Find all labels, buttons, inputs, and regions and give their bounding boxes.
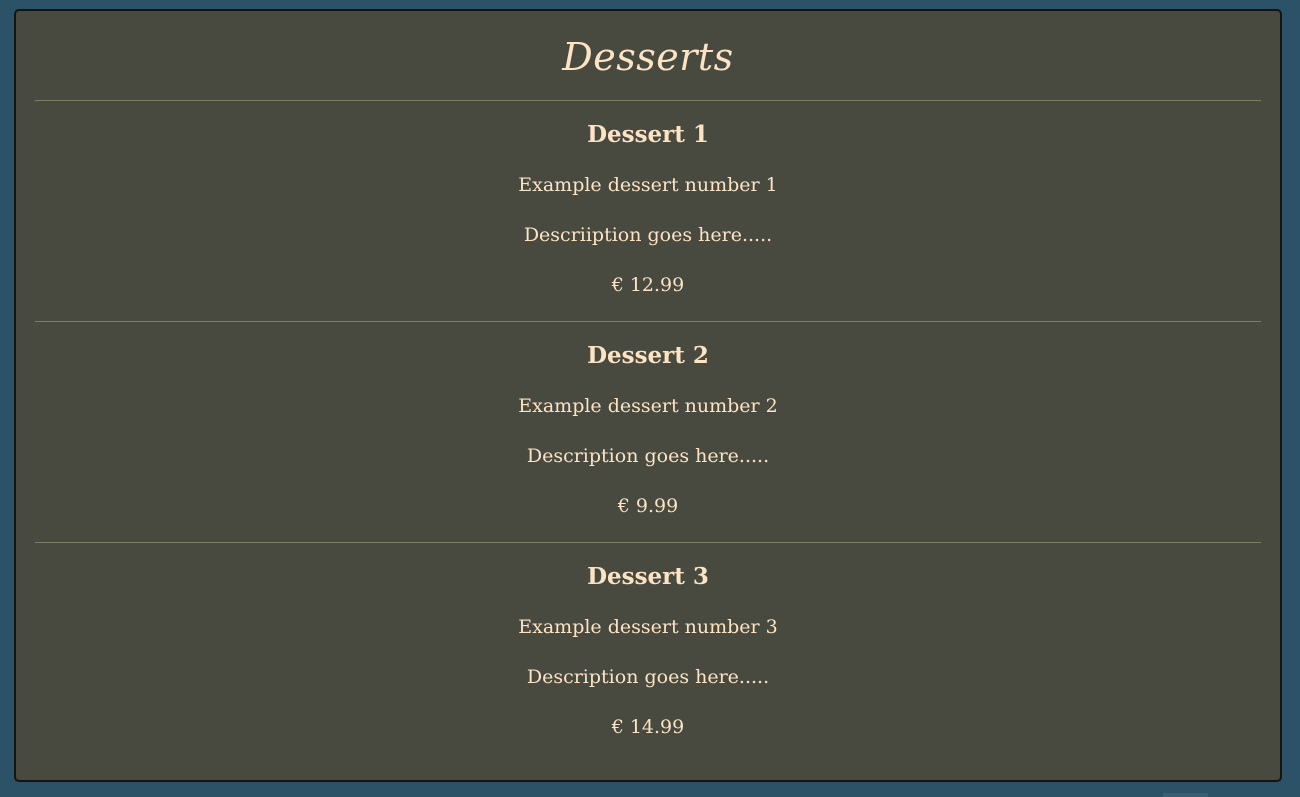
item-name: Dessert 1 [587,121,709,148]
section-title: Desserts [562,35,734,79]
menu-item-dessert-2: Dessert 2 Example dessert number 2 Descr… [16,322,1280,542]
item-description: Description goes here..... [526,445,770,467]
currency-symbol: € [611,274,624,296]
menu-item-dessert-1: Dessert 1 Example dessert number 1 Descr… [16,101,1280,321]
menu-item-dessert-3: Dessert 3 Example dessert number 3 Descr… [16,543,1280,763]
item-description: Description goes here..... [526,666,770,688]
price-value: 14.99 [629,716,685,738]
item-subtitle: Example dessert number 1 [518,174,778,196]
item-description: Descriiption goes here..... [523,224,773,246]
horizontal-scrollbar-thumb[interactable] [1163,793,1208,797]
item-name: Dessert 2 [587,342,709,369]
item-price: €12.99 [16,273,1280,297]
item-name: Dessert 3 [587,563,709,590]
currency-symbol: € [617,495,630,517]
currency-symbol: € [611,716,624,738]
price-value: 12.99 [629,274,685,296]
item-subtitle: Example dessert number 2 [518,395,778,417]
item-price: €14.99 [16,715,1280,739]
price-value: 9.99 [635,495,679,517]
item-price: €9.99 [16,494,1280,518]
desserts-menu-panel: Desserts Dessert 1 Example dessert numbe… [14,9,1282,782]
item-subtitle: Example dessert number 3 [518,616,778,638]
